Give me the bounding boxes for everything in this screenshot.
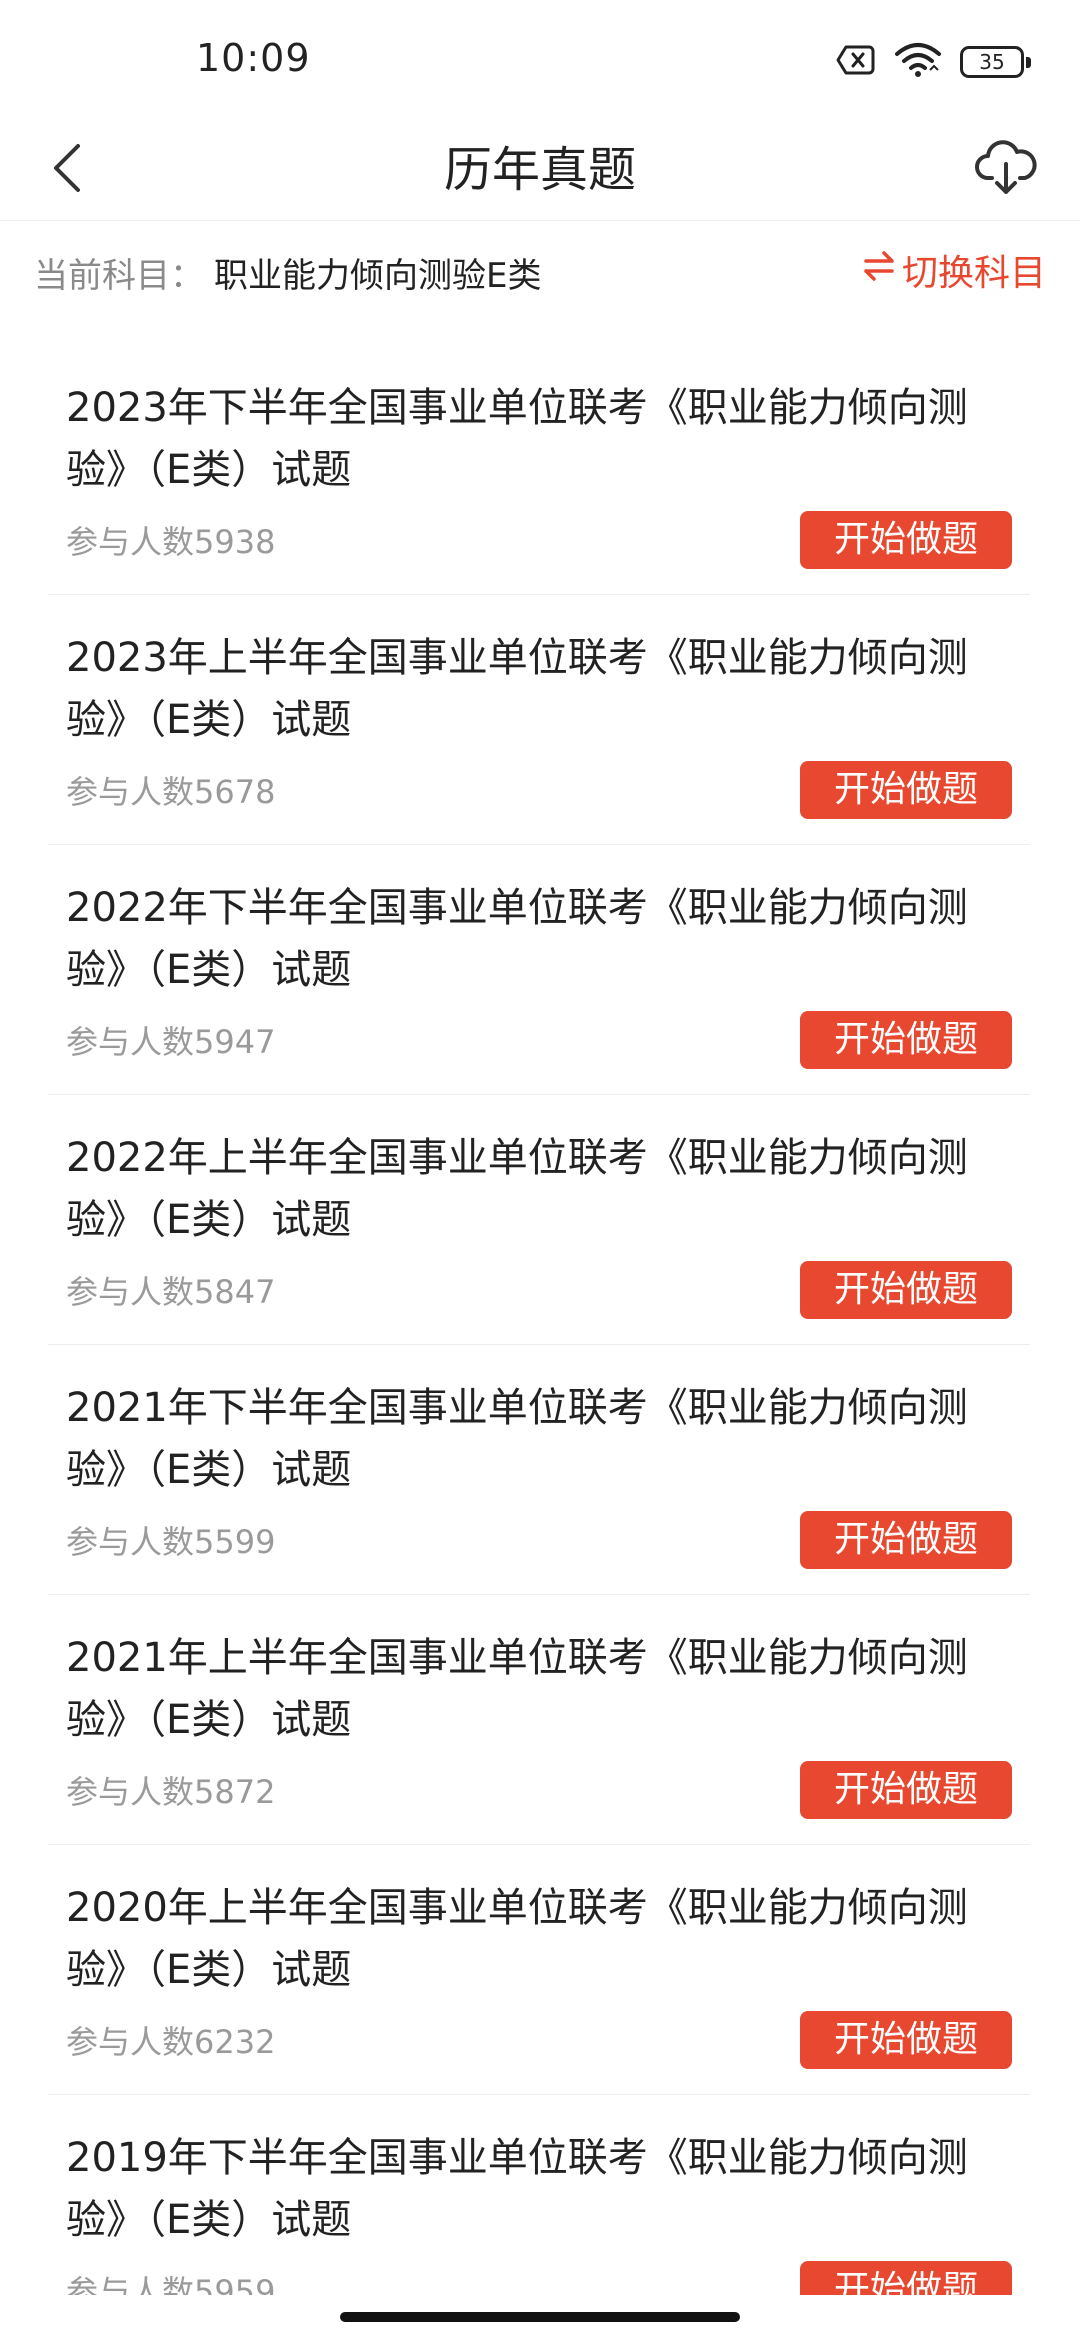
- start-button[interactable]: 开始做题: [800, 1511, 1012, 1569]
- sim-off-icon: [836, 44, 876, 80]
- status-bar: 10:09 35: [0, 0, 1080, 120]
- subject-value: 职业能力倾向测验E类: [214, 256, 542, 296]
- paper-list-viewport[interactable]: 2023年下半年全国事业单位联考《职业能力倾向测验》（E类）试题 参与人数593…: [0, 345, 1080, 2295]
- switch-subject-label: 切换科目: [901, 253, 1046, 294]
- list-item[interactable]: 2023年上半年全国事业单位联考《职业能力倾向测验》（E类）试题 参与人数567…: [48, 595, 1030, 845]
- status-time: 10:09: [196, 36, 311, 80]
- paper-title[interactable]: 2021年上半年全国事业单位联考《职业能力倾向测验》（E类）试题: [66, 1627, 1026, 1751]
- list-item[interactable]: 2022年上半年全国事业单位联考《职业能力倾向测验》（E类）试题 参与人数584…: [48, 1095, 1030, 1345]
- home-indicator[interactable]: [340, 2312, 740, 2322]
- wifi-icon: [894, 42, 942, 82]
- participant-count: 参与人数5872: [66, 1773, 276, 1811]
- paper-title[interactable]: 2022年下半年全国事业单位联考《职业能力倾向测验》（E类）试题: [66, 877, 1026, 1001]
- start-button[interactable]: 开始做题: [800, 511, 1012, 569]
- subject-bar: 当前科目： 职业能力倾向测验E类 切换科目: [0, 222, 1080, 318]
- start-button[interactable]: 开始做题: [800, 761, 1012, 819]
- participant-count: 参与人数5947: [66, 1023, 276, 1061]
- battery-level: 35: [979, 50, 1005, 74]
- start-button[interactable]: 开始做题: [800, 1761, 1012, 1819]
- switch-subject-button[interactable]: 切换科目: [862, 244, 1046, 296]
- start-button[interactable]: 开始做题: [800, 1261, 1012, 1319]
- start-button[interactable]: 开始做题: [800, 2261, 1012, 2295]
- participant-count: 参与人数5847: [66, 1273, 276, 1311]
- paper-title[interactable]: 2021年下半年全国事业单位联考《职业能力倾向测验》（E类）试题: [66, 1377, 1026, 1501]
- participant-count: 参与人数5678: [66, 773, 276, 811]
- download-button[interactable]: [968, 132, 1044, 208]
- list-item[interactable]: 2023年下半年全国事业单位联考《职业能力倾向测验》（E类）试题 参与人数593…: [48, 345, 1030, 595]
- participant-count: 参与人数5938: [66, 523, 276, 561]
- list-item[interactable]: 2022年下半年全国事业单位联考《职业能力倾向测验》（E类）试题 参与人数594…: [48, 845, 1030, 1095]
- paper-title[interactable]: 2020年上半年全国事业单位联考《职业能力倾向测验》（E类）试题: [66, 1877, 1026, 2001]
- list-item[interactable]: 2020年上半年全国事业单位联考《职业能力倾向测验》（E类）试题 参与人数623…: [48, 1845, 1030, 2095]
- battery-icon: 35: [960, 46, 1031, 78]
- nav-bar: 历年真题: [0, 120, 1080, 221]
- participant-count: 参与人数6232: [66, 2023, 276, 2061]
- status-icons: 35: [836, 42, 1031, 82]
- participant-count: 参与人数5599: [66, 1523, 276, 1561]
- page-title: 历年真题: [443, 142, 636, 198]
- cloud-download-icon: [974, 138, 1038, 202]
- paper-title[interactable]: 2022年上半年全国事业单位联考《职业能力倾向测验》（E类）试题: [66, 1127, 1026, 1251]
- start-button[interactable]: 开始做题: [800, 2011, 1012, 2069]
- paper-title[interactable]: 2019年下半年全国事业单位联考《职业能力倾向测验》（E类）试题: [66, 2127, 1026, 2251]
- back-button[interactable]: [36, 138, 100, 202]
- list-item[interactable]: 2019年下半年全国事业单位联考《职业能力倾向测验》（E类）试题 参与人数595…: [48, 2095, 1030, 2295]
- list-item[interactable]: 2021年上半年全国事业单位联考《职业能力倾向测验》（E类）试题 参与人数587…: [48, 1595, 1030, 1845]
- paper-title[interactable]: 2023年下半年全国事业单位联考《职业能力倾向测验》（E类）试题: [66, 377, 1026, 501]
- participant-count: 参与人数5959: [66, 2273, 276, 2295]
- start-button[interactable]: 开始做题: [800, 1011, 1012, 1069]
- paper-title[interactable]: 2023年上半年全国事业单位联考《职业能力倾向测验》（E类）试题: [66, 627, 1026, 751]
- chevron-left-icon: [48, 140, 88, 200]
- paper-list: 2023年下半年全国事业单位联考《职业能力倾向测验》（E类）试题 参与人数593…: [48, 345, 1030, 2295]
- subject-label: 当前科目：: [34, 256, 204, 296]
- swap-icon: [862, 249, 896, 292]
- list-item[interactable]: 2021年下半年全国事业单位联考《职业能力倾向测验》（E类）试题 参与人数559…: [48, 1345, 1030, 1595]
